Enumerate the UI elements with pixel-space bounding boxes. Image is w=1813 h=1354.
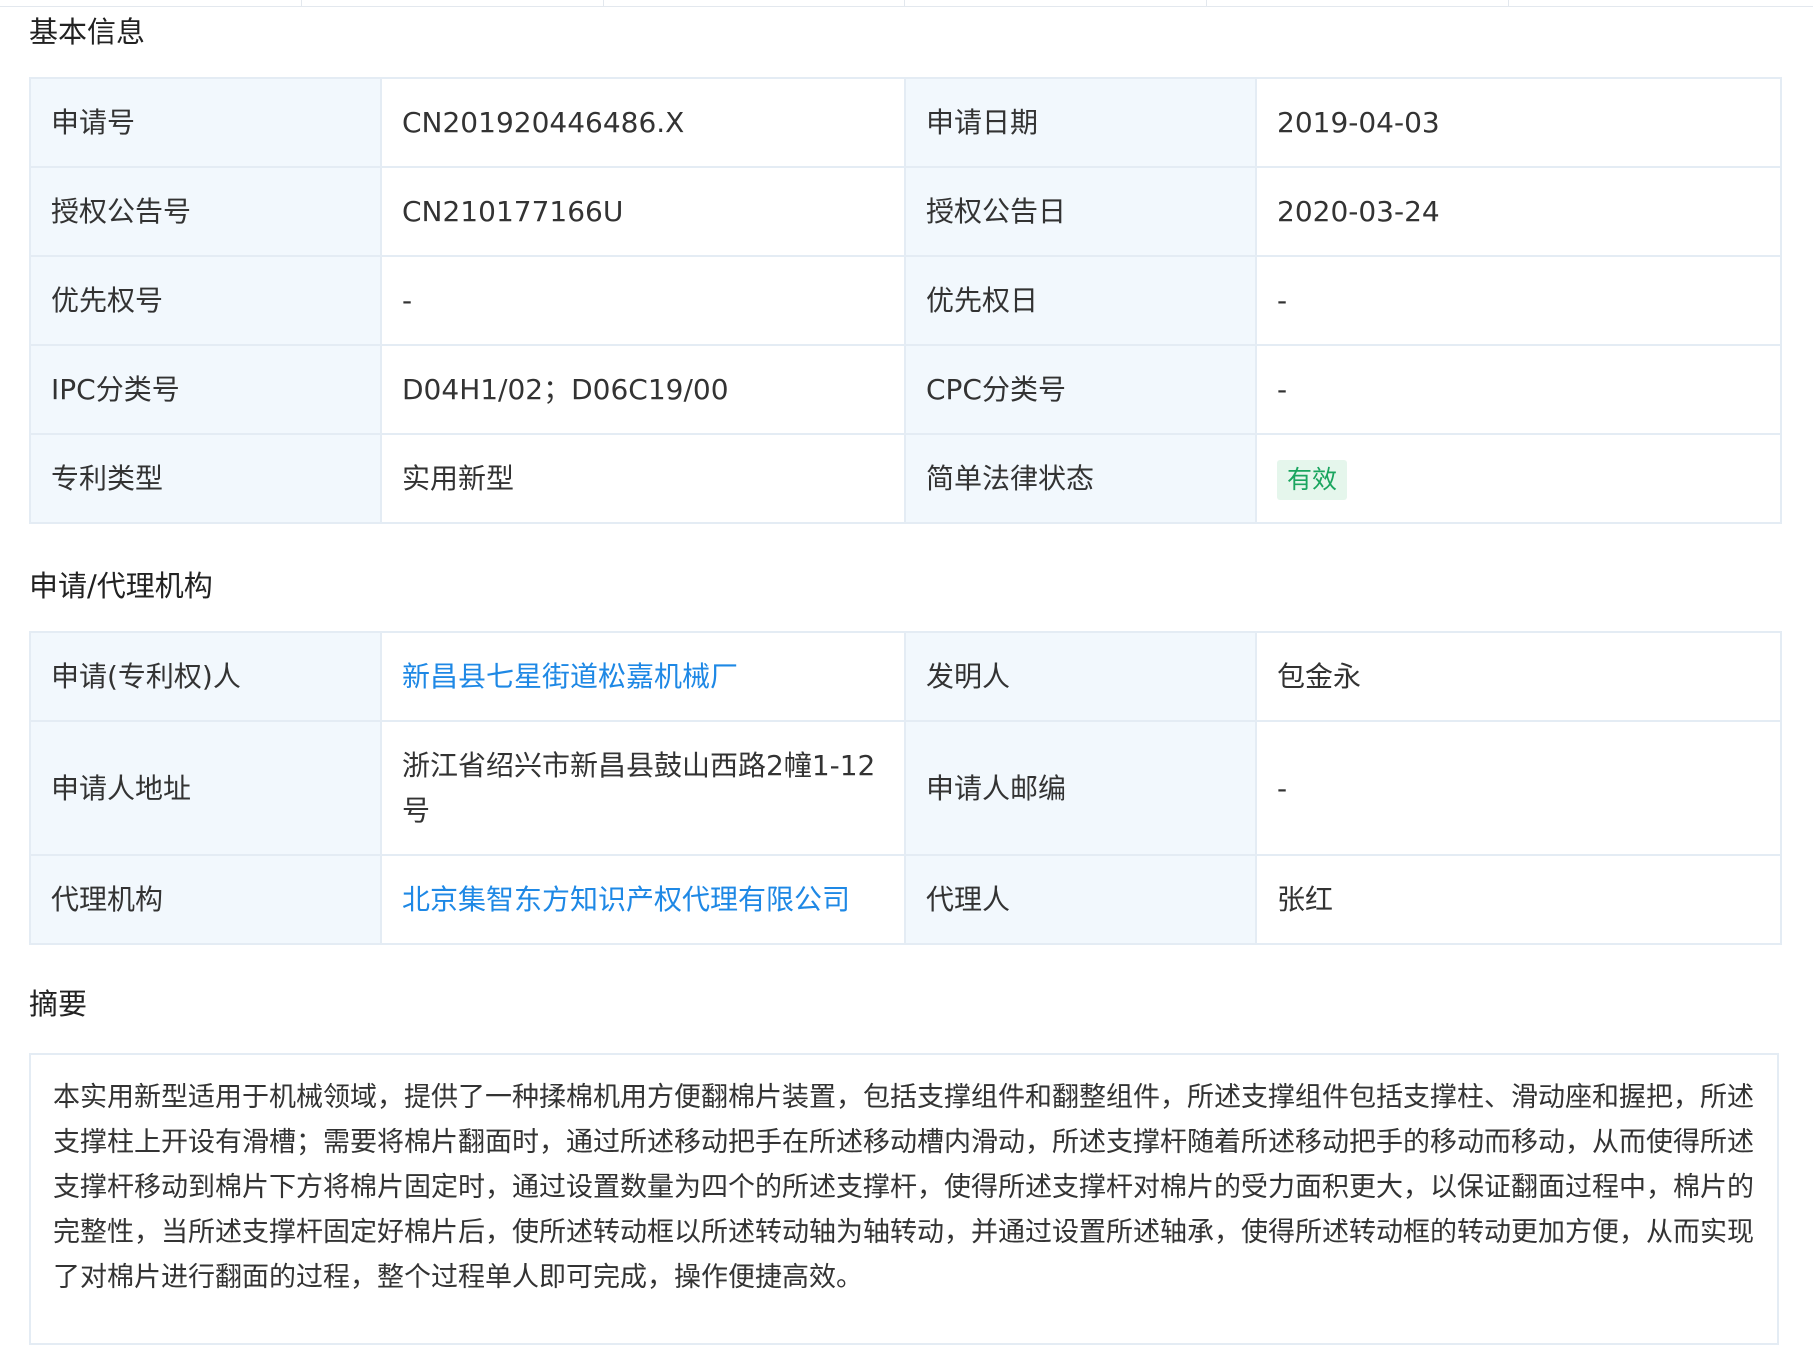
priority-number-value: - [380,255,906,346]
applicant-postcode-label: 申请人邮编 [904,720,1257,856]
application-date-value: 2019-04-03 [1255,77,1782,168]
legal-status-label: 简单法律状态 [904,433,1257,524]
table-row: IPC分类号 D04H1/02；D06C19/00 CPC分类号 - [29,344,1782,435]
table-row: 申请(专利权)人 新昌县七星街道松嘉机械厂 发明人 包金永 [29,631,1782,722]
priority-date-value: - [1255,255,1782,346]
tab-divider [603,0,604,6]
abstract-text: 本实用新型适用于机械领域，提供了一种揉棉机用方便翻棉片装置，包括支撑组件和翻整组… [29,1053,1779,1345]
ipc-class-value: D04H1/02；D06C19/00 [380,344,906,435]
ipc-class-label: IPC分类号 [29,344,382,435]
legal-status-cell: 有效 [1255,433,1782,524]
basic-info-title: 基本信息 [29,15,146,49]
grant-date-value: 2020-03-24 [1255,166,1782,257]
applicant-link[interactable]: 新昌县七星街道松嘉机械厂 [402,660,738,693]
table-row: 授权公告号 CN210177166U 授权公告日 2020-03-24 [29,166,1782,257]
table-row: 专利类型 实用新型 简单法律状态 有效 [29,433,1782,524]
agency-label: 代理机构 [29,854,382,945]
application-number-value: CN201920446486.X [380,77,906,168]
priority-number-label: 优先权号 [29,255,382,346]
application-number-label: 申请号 [29,77,382,168]
applicant-address-label: 申请人地址 [29,720,382,856]
tab-divider [1206,0,1207,6]
table-row: 申请号 CN201920446486.X 申请日期 2019-04-03 [29,77,1782,168]
table-row: 代理机构 北京集智东方知识产权代理有限公司 代理人 张红 [29,854,1782,945]
patent-type-value: 实用新型 [380,433,906,524]
tab-divider [904,0,905,6]
cpc-class-value: - [1255,344,1782,435]
applicant-postcode-value: - [1255,720,1782,856]
agency-value: 北京集智东方知识产权代理有限公司 [380,854,906,945]
applicant-address-value: 浙江省绍兴市新昌县鼓山西路2幢1-12号 [380,720,906,856]
application-date-label: 申请日期 [904,77,1257,168]
basic-info-table: 申请号 CN201920446486.X 申请日期 2019-04-03 授权公… [29,77,1782,524]
agent-value: 张红 [1255,854,1782,945]
grant-number-value: CN210177166U [380,166,906,257]
agency-title: 申请/代理机构 [29,569,213,603]
agent-label: 代理人 [904,854,1257,945]
applicant-label: 申请(专利权)人 [29,631,382,722]
agency-link[interactable]: 北京集智东方知识产权代理有限公司 [402,883,850,916]
abstract-title: 摘要 [29,987,88,1021]
table-row: 申请人地址 浙江省绍兴市新昌县鼓山西路2幢1-12号 申请人邮编 - [29,720,1782,856]
status-badge: 有效 [1277,460,1348,500]
cpc-class-label: CPC分类号 [904,344,1257,435]
table-row: 优先权号 - 优先权日 - [29,255,1782,346]
inventor-label: 发明人 [904,631,1257,722]
patent-type-label: 专利类型 [29,433,382,524]
tab-divider [1508,0,1509,6]
priority-date-label: 优先权日 [904,255,1257,346]
applicant-value: 新昌县七星街道松嘉机械厂 [380,631,906,722]
inventor-value: 包金永 [1255,631,1782,722]
agency-table: 申请(专利权)人 新昌县七星街道松嘉机械厂 发明人 包金永 申请人地址 浙江省绍… [29,631,1782,945]
top-tab-strip [0,0,1813,7]
grant-date-label: 授权公告日 [904,166,1257,257]
tab-divider [301,0,302,6]
grant-number-label: 授权公告号 [29,166,382,257]
